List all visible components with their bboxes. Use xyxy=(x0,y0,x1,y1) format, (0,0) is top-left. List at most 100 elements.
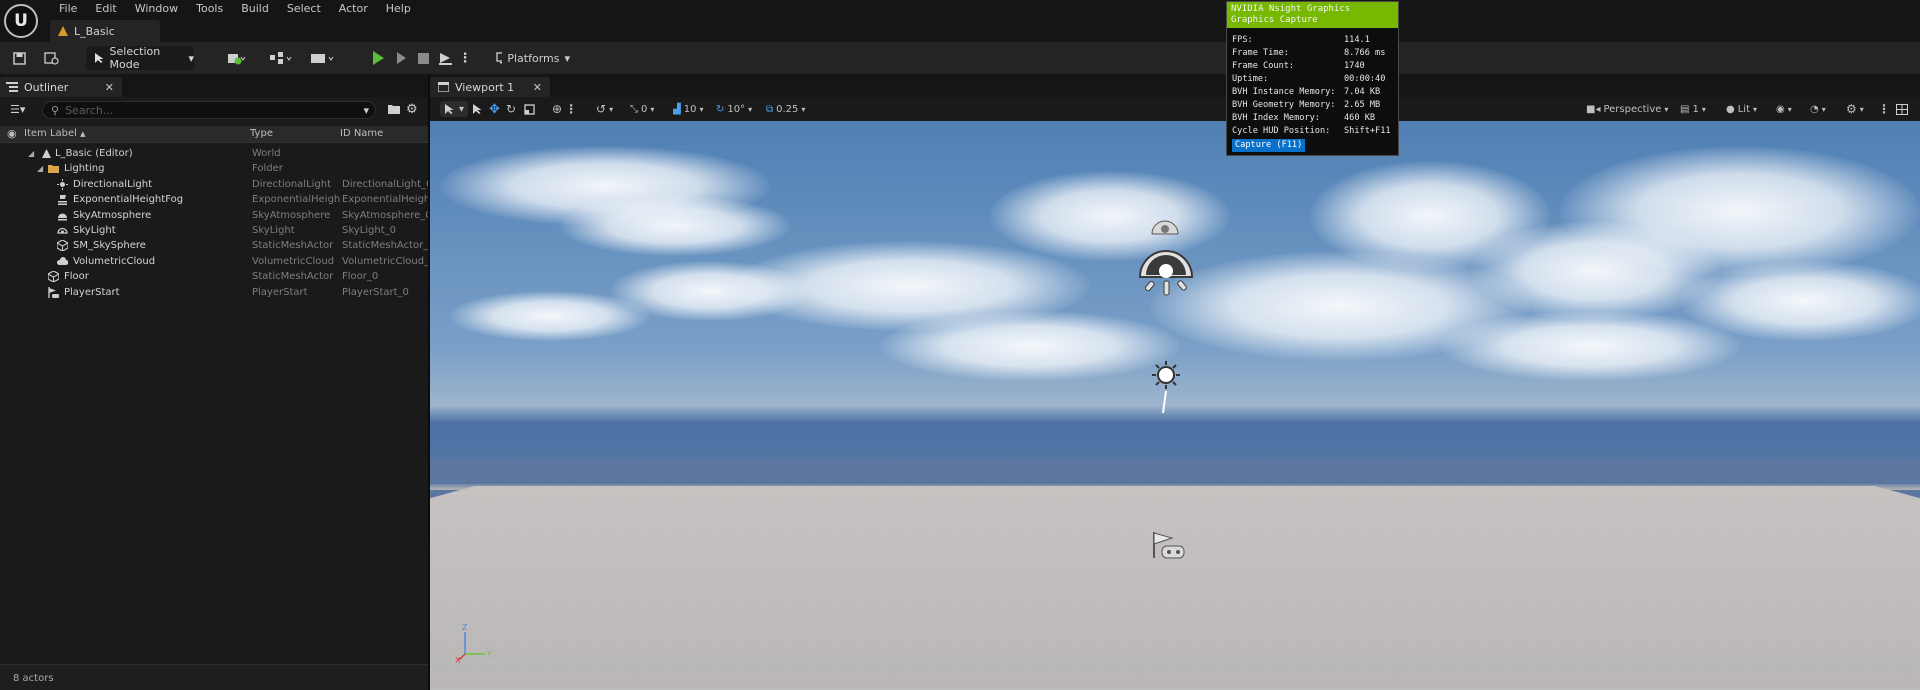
capture-button[interactable]: Capture (F11) xyxy=(1232,139,1306,152)
close-icon[interactable]: ✕ xyxy=(533,81,542,94)
save-icon[interactable] xyxy=(11,47,27,69)
search-input[interactable]: ⚲ Search... ▾ xyxy=(42,101,376,119)
nsight-stat-bvh-index: BVH Index Memory: 460 KB xyxy=(1232,113,1376,123)
row-type: SkyAtmosphere xyxy=(252,209,331,221)
add-actor-button[interactable] xyxy=(222,47,250,69)
outliner-tab[interactable]: Outliner ✕ xyxy=(0,77,122,97)
eject-button[interactable] xyxy=(437,47,453,69)
selection-arrow-icon xyxy=(95,53,104,63)
column-id-name[interactable]: ID Name xyxy=(340,127,383,141)
menu-build[interactable]: Build xyxy=(232,2,278,16)
grid-snap-icon: ▟ xyxy=(673,103,681,115)
close-icon[interactable]: ✕ xyxy=(105,81,114,94)
platforms-dropdown[interactable]: Platforms ▾ xyxy=(496,47,570,69)
svg-text:X: X xyxy=(455,656,461,664)
layout-grid-icon[interactable] xyxy=(1896,101,1908,117)
menu-edit[interactable]: Edit xyxy=(86,2,125,16)
cloud xyxy=(1440,311,1740,381)
sky-atmosphere-gizmo-icon[interactable] xyxy=(1136,243,1196,301)
advance-frame-button[interactable] xyxy=(393,47,409,69)
content-browser-icon[interactable] xyxy=(42,47,62,69)
world-local-icon[interactable]: ⊕ ⋮ xyxy=(552,101,577,117)
viewport-options-button[interactable]: ▾ xyxy=(440,101,469,117)
nsight-stat-cycle-hud: Cycle HUD Position: Shift+F11 xyxy=(1232,126,1391,136)
play-button[interactable] xyxy=(370,47,386,69)
nsight-title: NVIDIA Nsight Graphics xyxy=(1231,4,1351,14)
row-type: VolumetricCloud xyxy=(252,255,335,267)
expand-arrow-icon[interactable]: ◢ xyxy=(28,146,34,161)
camera-speed-icon: ▤ xyxy=(1680,103,1690,115)
unreal-logo-icon[interactable]: U xyxy=(4,4,38,38)
blueprint-button[interactable] xyxy=(266,47,296,69)
world-icon xyxy=(42,149,51,158)
rotation-snap-button[interactable]: ⤡ 0 ▾ xyxy=(630,101,654,117)
view-mode-dropdown[interactable]: ■◂ Perspective ▾ xyxy=(1586,101,1668,117)
row-id: VolumetricCloud_0 xyxy=(342,255,428,267)
table-row[interactable]: ◢ L_Basic (Editor) World xyxy=(0,146,428,161)
row-label: SM_SkySphere xyxy=(73,240,146,252)
performance-dropdown[interactable]: ◔ ▾ xyxy=(1810,101,1826,117)
table-row[interactable]: PlayerStart PlayerStart PlayerStart_0 xyxy=(0,285,428,300)
table-row[interactable]: ExponentialHeightFog ExponentialHeightFEx… xyxy=(0,192,428,207)
camera-speed-dropdown[interactable]: ▤ 1 ▾ xyxy=(1680,101,1706,117)
scale-tool-icon[interactable] xyxy=(524,101,535,117)
row-id: SkyLight_0 xyxy=(342,225,397,236)
column-item-label[interactable]: Item Label ▲ xyxy=(24,127,86,141)
nsight-subtitle: Graphics Capture xyxy=(1231,15,1318,25)
cinematics-button[interactable] xyxy=(306,47,338,69)
nsight-stat-uptime: Uptime: 00:00:40 xyxy=(1232,74,1386,84)
grid-snap-button[interactable]: ▟ 10 ▾ xyxy=(673,101,703,117)
status-bar: 8 actors xyxy=(0,664,428,690)
show-flags-dropdown[interactable]: ◉ ▾ xyxy=(1776,101,1792,117)
menu-actor[interactable]: Actor xyxy=(330,2,377,16)
add-folder-icon[interactable] xyxy=(388,103,400,115)
play-icon xyxy=(372,51,384,65)
table-row[interactable]: SkyLight SkyLight SkyLight_0 xyxy=(0,223,428,238)
table-row[interactable]: ◢ Lighting Folder xyxy=(0,161,428,176)
floor-plane[interactable] xyxy=(430,486,1920,690)
table-row[interactable]: VolumetricCloud VolumetricCloud Volumetric… xyxy=(0,254,428,269)
menu-select[interactable]: Select xyxy=(278,2,330,16)
table-row[interactable]: Floor StaticMeshActor Floor_0 xyxy=(0,269,428,284)
filter-icon[interactable]: ☰▾ xyxy=(10,103,25,116)
rotate-tool-icon[interactable]: ↻ xyxy=(506,101,516,117)
stop-button[interactable] xyxy=(415,47,431,69)
viewport-icon xyxy=(438,82,449,92)
row-id: ExponentialHeightF xyxy=(342,194,428,206)
translate-tool-icon[interactable]: ✥ xyxy=(489,101,500,117)
table-row[interactable]: DirectionalLight DirectionalLight Directio… xyxy=(0,177,428,192)
more-options-icon[interactable]: ⋮ xyxy=(459,47,472,69)
table-row[interactable]: SkyAtmosphere SkyAtmosphere SkyAtmosphere_… xyxy=(0,208,428,223)
static-mesh-icon xyxy=(57,240,68,252)
menu-window[interactable]: Window xyxy=(126,2,187,16)
skylight-gizmo-icon[interactable] xyxy=(1150,214,1180,236)
menu-help[interactable]: Help xyxy=(377,2,420,16)
select-tool-icon[interactable] xyxy=(472,101,482,117)
more-options-icon[interactable]: ⋮ xyxy=(1878,101,1890,117)
directional-light-gizmo-icon[interactable] xyxy=(1150,361,1182,417)
lighting-mode-dropdown[interactable]: ● Lit ▾ xyxy=(1726,101,1757,117)
viewport-settings-dropdown[interactable]: ⚙ ▾ xyxy=(1846,101,1864,117)
row-type: SkyLight xyxy=(252,225,295,236)
expand-arrow-icon[interactable]: ◢ xyxy=(37,161,43,176)
column-type[interactable]: Type xyxy=(250,127,273,141)
advance-frame-icon xyxy=(396,52,406,64)
nsight-stat-frame-time: Frame Time: 8.766 ms xyxy=(1232,48,1386,58)
visibility-eye-icon[interactable]: ◉ xyxy=(7,127,17,141)
angle-snap-button[interactable]: ↻ 10° ▾ xyxy=(716,101,752,117)
nsight-stat-bvh-instance: BVH Instance Memory: 7.04 KB xyxy=(1232,87,1381,97)
level-tab-label: L_Basic xyxy=(74,24,115,38)
svg-text:Y: Y xyxy=(486,650,492,659)
player-start-gizmo-icon[interactable] xyxy=(1150,530,1186,562)
surface-snapping-icon[interactable]: ↺ ▾ xyxy=(596,101,613,117)
nsight-stat-bvh-geometry: BVH Geometry Memory: 2.65 MB xyxy=(1232,100,1381,110)
scale-snap-button[interactable]: ⧉ 0.25 ▾ xyxy=(766,101,805,117)
menu-tools[interactable]: Tools xyxy=(187,2,232,16)
table-row[interactable]: SM_SkySphere StaticMeshActor StaticMeshAct… xyxy=(0,238,428,253)
selection-mode-dropdown[interactable]: Selection Mode ▾ xyxy=(86,45,194,71)
level-tab[interactable]: L_Basic xyxy=(50,20,160,42)
cloud xyxy=(560,196,790,256)
viewport-tab[interactable]: Viewport 1 ✕ xyxy=(430,77,550,97)
settings-gear-icon[interactable]: ⚙ xyxy=(406,102,418,117)
menu-file[interactable]: File xyxy=(50,2,86,16)
